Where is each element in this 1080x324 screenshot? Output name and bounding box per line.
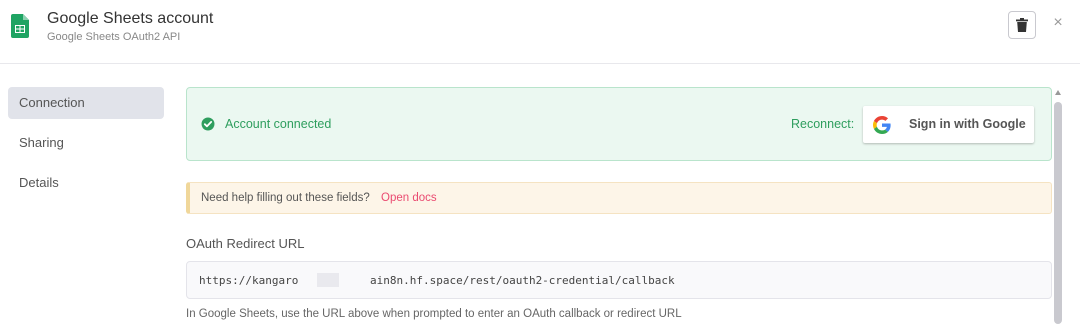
modal-header: Google Sheets account Google Sheets OAut…	[0, 0, 1080, 64]
open-docs-link[interactable]: Open docs	[381, 192, 437, 204]
trash-icon	[1016, 18, 1028, 32]
oauth-redirect-url-field[interactable]: https://kangaro ain8n.hf.space/rest/oaut…	[186, 261, 1052, 299]
reconnect-label: Reconnect:	[791, 117, 855, 131]
sign-in-with-google-button[interactable]: Sign in with Google	[863, 106, 1034, 143]
page-title: Google Sheets account	[47, 10, 214, 27]
help-text: Need help filling out these fields?	[201, 192, 370, 204]
check-circle-icon	[201, 117, 215, 131]
redacted-segment	[317, 273, 339, 287]
url-text-end: ain8n.hf.space/rest/oauth2-credential/ca…	[370, 274, 675, 287]
delete-button[interactable]	[1008, 11, 1036, 39]
close-icon: ×	[1053, 14, 1063, 31]
google-sheets-icon	[11, 14, 29, 38]
scrollbar-thumb[interactable]	[1054, 102, 1062, 324]
url-text-start: https://kangaro	[199, 274, 299, 287]
close-button[interactable]: ×	[1050, 14, 1066, 32]
google-button-label: Sign in with Google	[909, 117, 1026, 131]
sidebar: Connection Sharing Details	[0, 65, 180, 324]
page-subtitle: Google Sheets OAuth2 API	[47, 31, 181, 43]
oauth-redirect-label: OAuth Redirect URL	[186, 236, 305, 251]
sidebar-item-details[interactable]: Details	[8, 167, 164, 199]
google-logo-icon	[873, 116, 891, 134]
main-content: Account connected Reconnect: Sign in wit…	[186, 65, 1052, 324]
scroll-up-arrow-icon[interactable]	[1055, 90, 1061, 95]
oauth-hint-text: In Google Sheets, use the URL above when…	[186, 308, 682, 320]
sidebar-item-sharing[interactable]: Sharing	[8, 127, 164, 159]
status-message: Account connected	[225, 117, 332, 131]
sidebar-item-connection[interactable]: Connection	[8, 87, 164, 119]
help-banner: Need help filling out these fields? Open…	[186, 182, 1052, 214]
connection-status-banner: Account connected Reconnect: Sign in wit…	[186, 87, 1052, 161]
